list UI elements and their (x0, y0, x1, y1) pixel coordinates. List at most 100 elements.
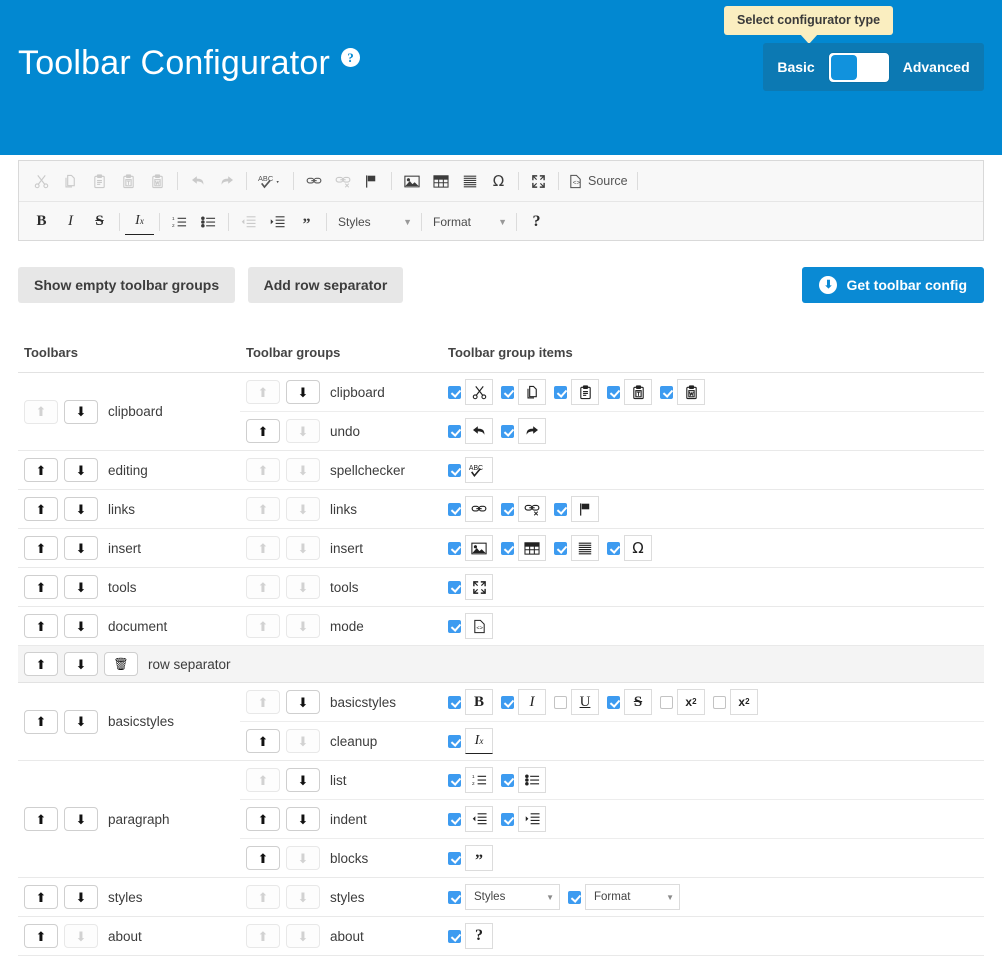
item-checkbox[interactable] (448, 386, 461, 399)
paste-text-icon[interactable] (624, 379, 652, 405)
redo-icon[interactable] (212, 168, 241, 194)
item-checkbox[interactable] (501, 386, 514, 399)
image-icon[interactable] (465, 535, 493, 561)
item-checkbox[interactable] (501, 813, 514, 826)
item-checkbox[interactable] (448, 891, 461, 904)
copy-icon[interactable] (518, 379, 546, 405)
toolbar-basicstyles-move-down-button[interactable]: ⬇ (64, 710, 98, 734)
toolbar-links-move-up-button[interactable]: ⬆ (24, 497, 58, 521)
spellchecker-icon[interactable]: ABC (465, 457, 493, 483)
special-char-icon[interactable]: Ω (624, 535, 652, 561)
switch-label-basic[interactable]: Basic (777, 59, 814, 75)
styles-combo[interactable]: Styles ▼ (332, 210, 416, 234)
paste-word-icon[interactable] (677, 379, 705, 405)
anchor-flag-icon[interactable] (571, 496, 599, 522)
strike-icon[interactable]: S (85, 209, 114, 235)
group-clipboard-move-down-button[interactable]: ⬇ (286, 380, 320, 404)
item-checkbox[interactable] (554, 542, 567, 555)
item-checkbox[interactable] (501, 696, 514, 709)
item-checkbox[interactable] (607, 542, 620, 555)
toolbar-links-move-down-button[interactable]: ⬇ (64, 497, 98, 521)
toolbar-clipboard-move-down-button[interactable]: ⬇ (64, 400, 98, 424)
source-button[interactable]: <> Source (564, 174, 632, 189)
indent-icon[interactable] (263, 209, 292, 235)
about-icon[interactable]: ? (465, 923, 493, 949)
bold-icon[interactable]: B (27, 209, 56, 235)
group-list-move-down-button[interactable]: ⬇ (286, 768, 320, 792)
outdent-icon[interactable] (465, 806, 493, 832)
item-checkbox[interactable] (501, 542, 514, 555)
item-checkbox[interactable] (448, 852, 461, 865)
undo-icon[interactable] (465, 418, 493, 444)
paste-icon[interactable] (571, 379, 599, 405)
item-checkbox[interactable] (554, 696, 567, 709)
maximize-icon[interactable] (524, 168, 553, 194)
item-checkbox[interactable] (713, 696, 726, 709)
group-cleanup-move-up-button[interactable]: ⬆ (246, 729, 280, 753)
unlink-icon[interactable] (518, 496, 546, 522)
copy-icon[interactable] (56, 168, 85, 194)
toolbar-insert-move-down-button[interactable]: ⬇ (64, 536, 98, 560)
add-row-separator-button[interactable]: Add row separator (248, 267, 404, 303)
item-checkbox[interactable] (448, 464, 461, 477)
toolbar-about-move-up-button[interactable]: ⬆ (24, 924, 58, 948)
table-icon[interactable] (426, 168, 455, 194)
undo-icon[interactable] (183, 168, 212, 194)
item-checkbox[interactable] (501, 774, 514, 787)
cut-icon[interactable] (465, 379, 493, 405)
blockquote-icon[interactable]: ” (292, 209, 321, 235)
indent-icon[interactable] (518, 806, 546, 832)
toolbar-styles-move-up-button[interactable]: ⬆ (24, 885, 58, 909)
toolbar-paragraph-move-down-button[interactable]: ⬇ (64, 807, 98, 831)
item-checkbox[interactable] (448, 774, 461, 787)
toolbar-tools-move-up-button[interactable]: ⬆ (24, 575, 58, 599)
item-checkbox[interactable] (448, 425, 461, 438)
item-checkbox[interactable] (660, 386, 673, 399)
item-checkbox[interactable] (448, 620, 461, 633)
group-indent-move-down-button[interactable]: ⬇ (286, 807, 320, 831)
item-checkbox[interactable] (607, 696, 620, 709)
source-icon[interactable]: <> (465, 613, 493, 639)
bulleted-list-icon[interactable] (518, 767, 546, 793)
bulleted-list-icon[interactable] (194, 209, 223, 235)
item-checkbox[interactable] (448, 930, 461, 943)
toolbar-editing-move-down-button[interactable]: ⬇ (64, 458, 98, 482)
question-mark-icon[interactable]: ? (341, 48, 360, 67)
superscript-icon[interactable]: x2 (730, 689, 758, 715)
paste-word-icon[interactable] (143, 168, 172, 194)
styles-combo[interactable]: Styles▼ (465, 884, 560, 910)
separator-move-down-button[interactable]: ⬇ (64, 652, 98, 676)
table-icon[interactable] (518, 535, 546, 561)
group-basicstyles-move-down-button[interactable]: ⬇ (286, 690, 320, 714)
item-checkbox[interactable] (554, 386, 567, 399)
numbered-list-icon[interactable]: 1 2 (165, 209, 194, 235)
toolbar-document-move-down-button[interactable]: ⬇ (64, 614, 98, 638)
subscript-icon[interactable]: x2 (677, 689, 705, 715)
group-undo-move-up-button[interactable]: ⬆ (246, 419, 280, 443)
item-checkbox[interactable] (448, 735, 461, 748)
format-combo[interactable]: Format▼ (585, 884, 680, 910)
link-icon[interactable] (465, 496, 493, 522)
unlink-icon[interactable] (328, 168, 357, 194)
switch-label-advanced[interactable]: Advanced (903, 59, 970, 75)
paste-text-icon[interactable] (114, 168, 143, 194)
item-checkbox[interactable] (501, 503, 514, 516)
item-checkbox[interactable] (607, 386, 620, 399)
remove-format-icon[interactable]: Ix (125, 209, 154, 235)
remove-format-icon[interactable]: Ix (465, 728, 493, 754)
spellchecker-icon[interactable]: ABC (252, 168, 288, 194)
item-checkbox[interactable] (448, 503, 461, 516)
italic-icon[interactable]: I (518, 689, 546, 715)
item-checkbox[interactable] (448, 581, 461, 594)
group-blocks-move-up-button[interactable]: ⬆ (246, 846, 280, 870)
anchor-flag-icon[interactable] (357, 168, 386, 194)
special-char-icon[interactable]: Ω (484, 168, 513, 194)
horizontal-rule-icon[interactable] (455, 168, 484, 194)
cut-icon[interactable] (27, 168, 56, 194)
toolbar-editing-move-up-button[interactable]: ⬆ (24, 458, 58, 482)
horizontal-rule-icon[interactable] (571, 535, 599, 561)
toolbar-insert-move-up-button[interactable]: ⬆ (24, 536, 58, 560)
strike-icon[interactable]: S (624, 689, 652, 715)
item-checkbox[interactable] (448, 813, 461, 826)
item-checkbox[interactable] (568, 891, 581, 904)
